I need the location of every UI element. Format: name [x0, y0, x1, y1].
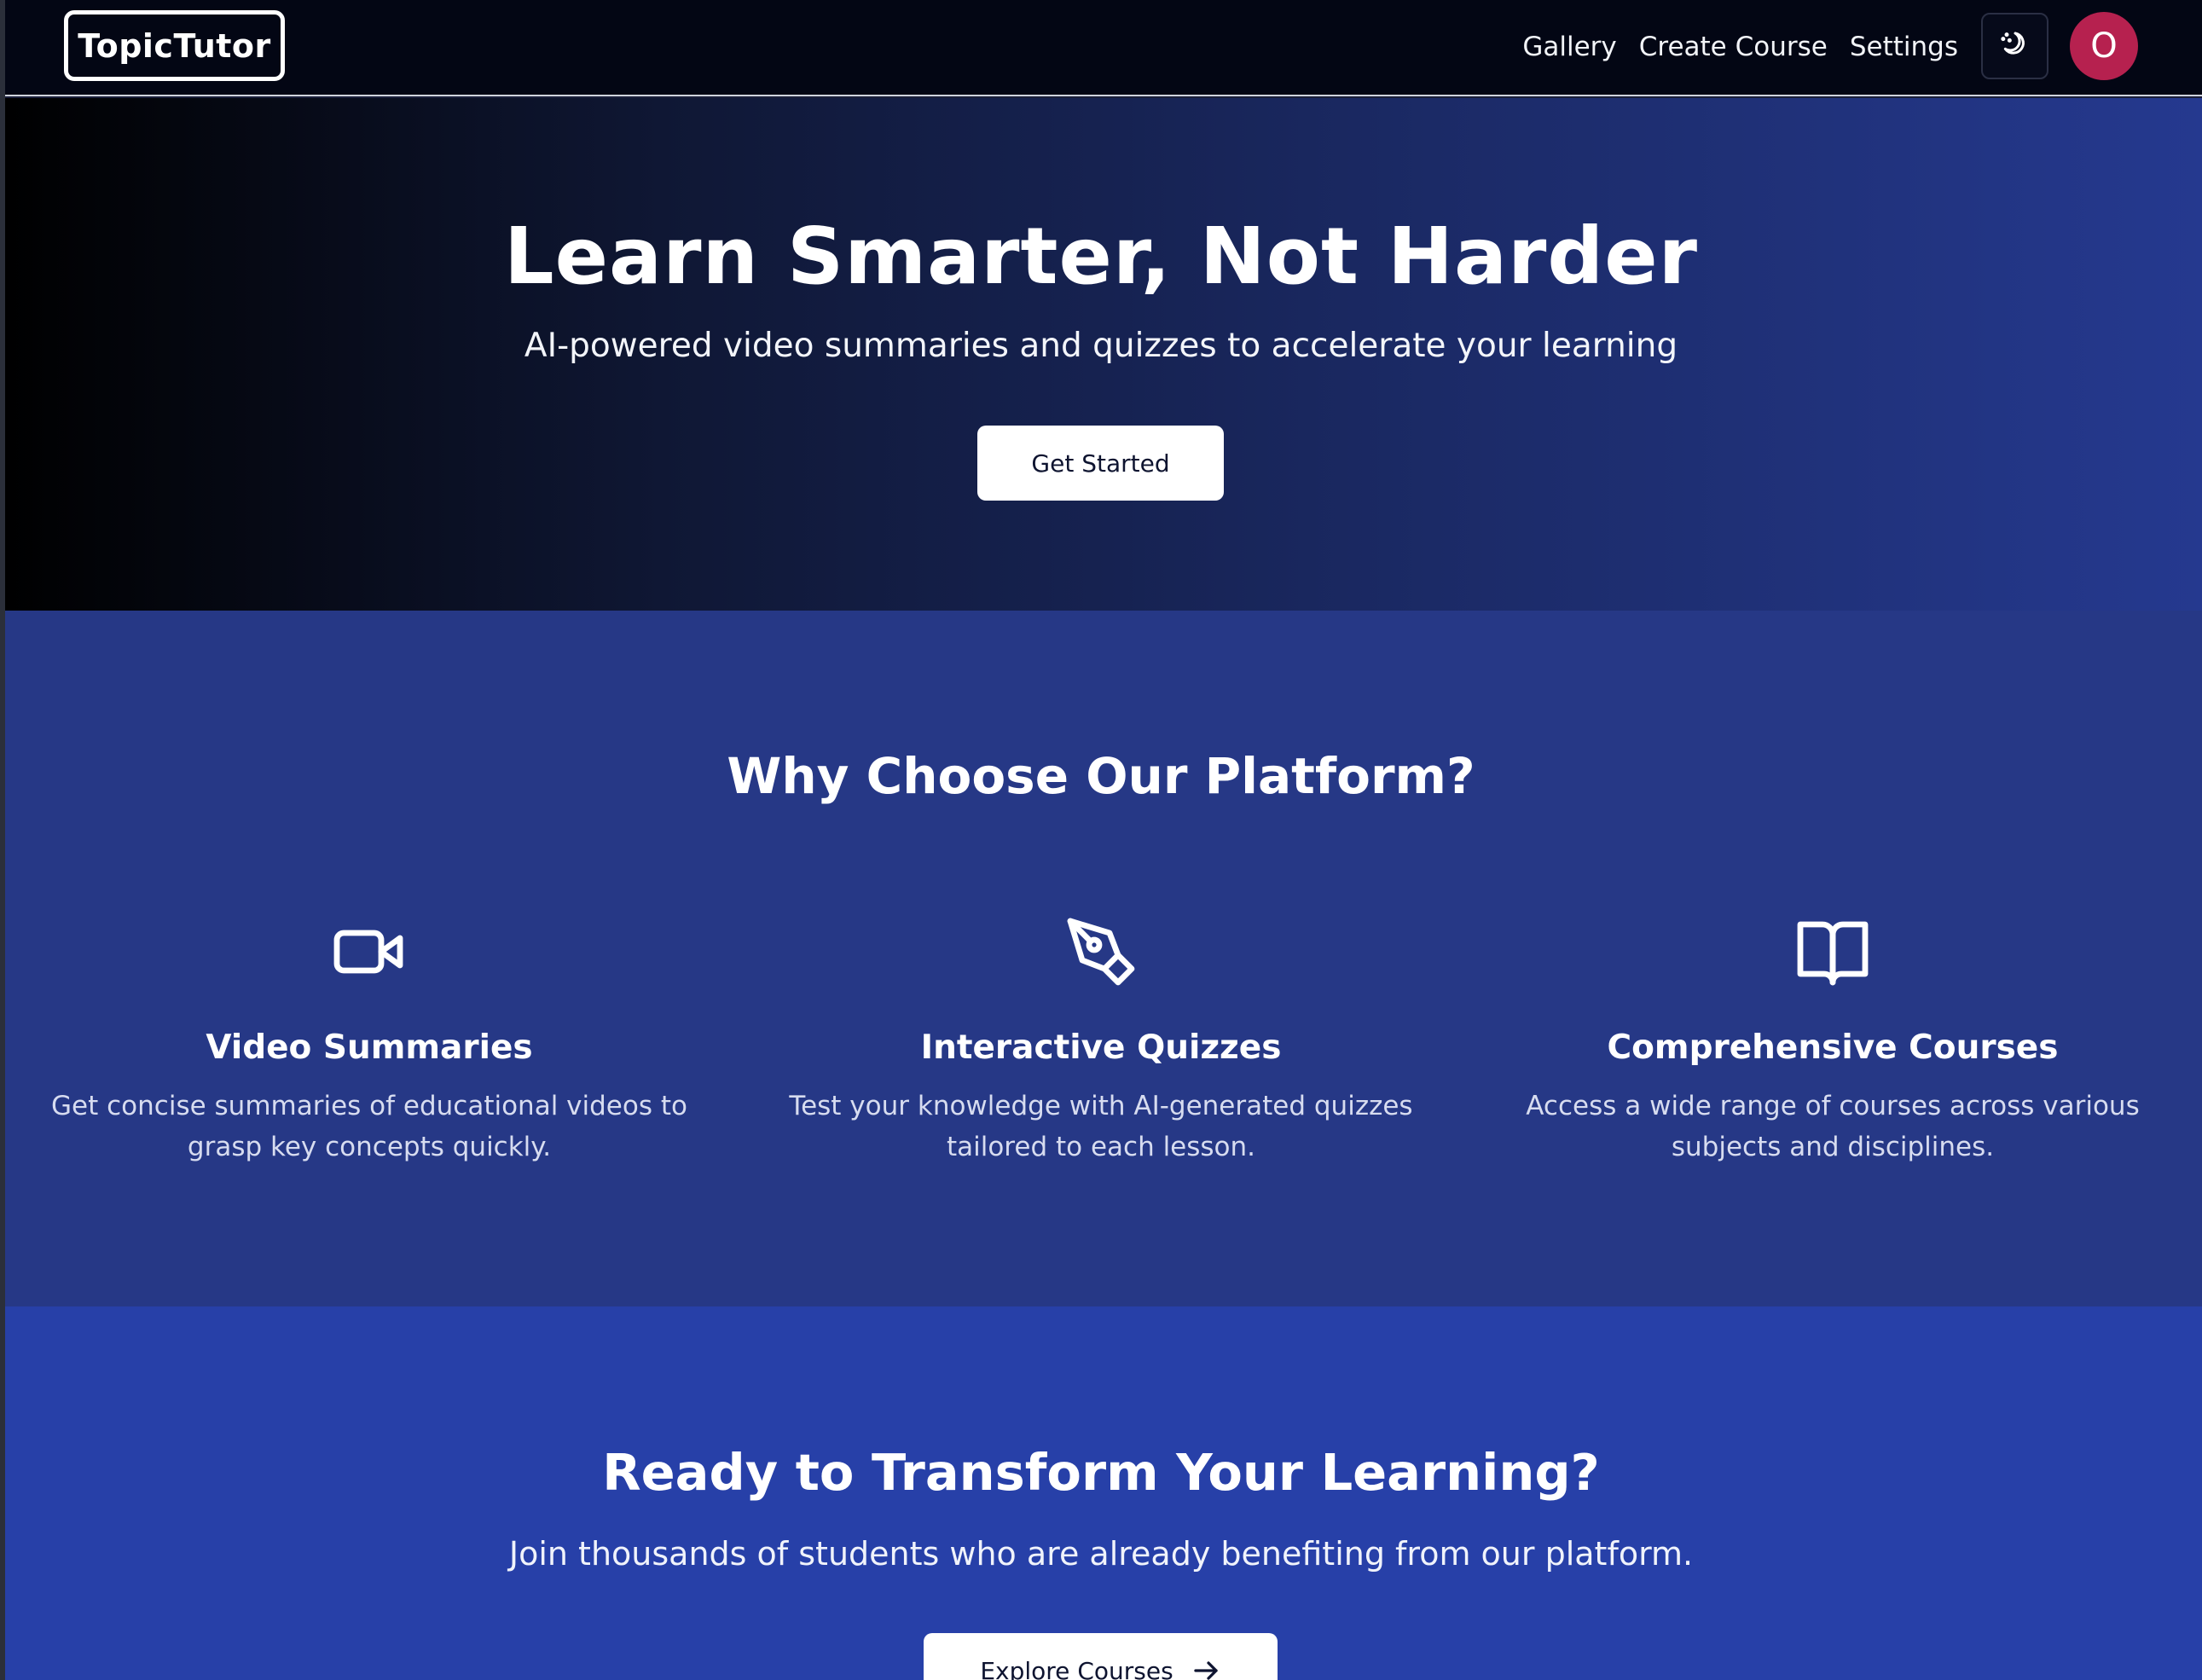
hero-title: Learn Smarter, Not Harder	[503, 211, 1699, 302]
logo-button[interactable]: TopicTutor	[64, 10, 285, 81]
explore-courses-button[interactable]: Explore Courses	[924, 1633, 1278, 1680]
feature-description: Access a wide range of courses across va…	[1526, 1091, 2140, 1162]
feature-title: Video Summaries	[206, 1028, 533, 1067]
hero-subtitle: AI-powered video summaries and quizzes t…	[524, 327, 1678, 365]
window-edge	[0, 0, 5, 1680]
feature-title: Interactive Quizzes	[920, 1028, 1282, 1067]
feature-interactive-quizzes: Interactive Quizzes Test your knowledge …	[734, 909, 1468, 1167]
feature-title: Comprehensive Courses	[1607, 1028, 2059, 1067]
get-started-label: Get Started	[1031, 449, 1170, 478]
video-camera-icon	[3, 909, 736, 994]
feature-comprehensive-courses: Comprehensive Courses Access a wide rang…	[1466, 909, 2199, 1167]
hero-section: Learn Smarter, Not Harder AI-powered vid…	[0, 98, 2202, 611]
explore-courses-label: Explore Courses	[980, 1656, 1173, 1680]
arrow-right-icon	[1194, 1661, 1218, 1680]
top-navbar: TopicTutor Gallery Create Course Setting…	[0, 0, 2202, 96]
nav-links: Gallery Create Course Settings	[1511, 19, 1969, 75]
cta-title: Ready to Transform Your Learning?	[602, 1443, 1600, 1502]
get-started-button[interactable]: Get Started	[977, 426, 1224, 501]
feature-description: Get concise summaries of educational vid…	[51, 1091, 687, 1162]
cta-section: Ready to Transform Your Learning? Join t…	[0, 1306, 2202, 1680]
user-avatar[interactable]: O	[2070, 12, 2138, 80]
moon-stars-icon	[2000, 32, 2025, 55]
nav-link-settings[interactable]: Settings	[1839, 32, 1969, 62]
nav-link-create-course[interactable]: Create Course	[1628, 32, 1839, 62]
open-book-icon	[1466, 909, 2199, 994]
features-section: Why Choose Our Platform? Video Summaries…	[0, 611, 2202, 1306]
pen-tool-icon	[734, 909, 1468, 994]
theme-toggle-button[interactable]	[1981, 13, 2048, 79]
feature-description: Test your knowledge with AI-generated qu…	[789, 1091, 1413, 1162]
nav-link-gallery[interactable]: Gallery	[1511, 32, 1627, 62]
features-title: Why Choose Our Platform?	[727, 747, 1475, 805]
cta-subtitle: Join thousands of students who are alrea…	[508, 1535, 1694, 1573]
feature-video-summaries: Video Summaries Get concise summaries of…	[3, 909, 736, 1167]
